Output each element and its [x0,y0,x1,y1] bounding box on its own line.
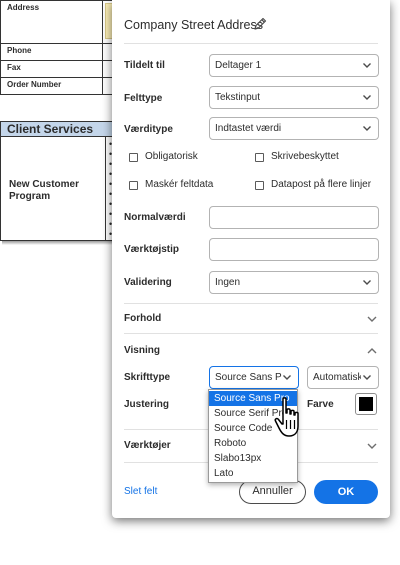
multiline-label: Datapost på flere linjer [271,179,372,190]
chevron-down-icon [363,126,371,131]
chevron-down-icon [361,371,373,383]
color-picker[interactable] [355,393,377,415]
divider [124,303,378,304]
required-label: Obligatorisk [145,151,198,162]
value-type-select[interactable]: Indtastet værdi [209,117,379,140]
field-type-label: Felttype [124,93,163,104]
chevron-down-icon [283,375,291,380]
new-customer-program-label: New Customer Program [9,179,80,202]
phone-label: Phone [0,43,103,61]
multiline-checkbox[interactable] [255,181,264,190]
readonly-checkbox[interactable] [255,153,264,162]
tooltip-label: Værktøjstip [124,244,180,255]
chevron-up-icon[interactable] [366,345,378,357]
readonly-label: Skrivebeskyttet [271,151,339,162]
tooltip-input[interactable] [209,238,379,261]
validation-select[interactable]: Ingen [209,271,379,294]
conditions-section-header[interactable]: Forhold [124,313,161,324]
delete-field-link[interactable]: Slet felt [124,486,157,497]
font-option[interactable]: Lato [209,466,297,481]
font-label: Skrifttype [124,372,171,383]
chevron-down-icon[interactable] [366,313,378,325]
column-divider [105,137,106,240]
color-label: Farve [307,399,334,410]
default-value-label: Normalværdi [124,212,186,223]
font-size-select[interactable]: Automatisk [307,366,379,389]
font-option[interactable]: Slabo13px [209,451,297,466]
divider [124,43,378,44]
field-type-select[interactable]: Tekstinput [209,86,379,109]
display-section-header[interactable]: Visning [124,345,160,356]
mask-data-label: Maskér feltdata [145,179,214,190]
hand-pointer-cursor-icon [274,397,299,437]
pencil-icon[interactable] [252,16,268,32]
address-label: Address [0,0,103,44]
default-value-input[interactable] [209,206,379,229]
font-value: Source Sans P [215,372,282,383]
mask-data-checkbox[interactable] [129,181,138,190]
value-type-label: Værditype [124,124,173,135]
required-checkbox[interactable] [129,153,138,162]
divider [124,333,378,334]
assigned-to-value: Deltager 1 [215,60,262,71]
fax-label: Fax [0,60,103,78]
chevron-down-icon [363,63,371,68]
tools-section-header[interactable]: Værktøjer [124,440,171,451]
value-type-value: Indtastet værdi [215,123,282,134]
assigned-to-label: Tildelt til [124,60,165,71]
chevron-down-icon[interactable] [366,440,378,452]
font-size-value: Automatisk [313,372,363,383]
color-swatch [359,397,373,411]
field-name-title: Company Street Address [124,18,263,32]
field-type-value: Tekstinput [215,92,261,103]
order-number-label: Order Number [0,77,103,95]
chevron-down-icon [363,280,371,285]
cancel-button[interactable]: Annuller [239,480,306,504]
alignment-label: Justering [124,399,170,410]
validation-label: Validering [124,277,172,288]
chevron-down-icon [363,95,371,100]
font-select[interactable]: Source Sans P [209,366,299,389]
ok-button[interactable]: OK [314,480,378,504]
validation-value: Ingen [215,277,241,288]
assigned-to-select[interactable]: Deltager 1 [209,54,379,77]
